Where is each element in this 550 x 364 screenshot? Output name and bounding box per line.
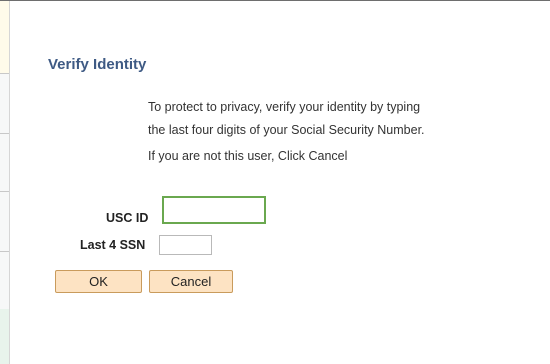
cancel-hint-text: If you are not this user, Click Cancel [148,149,348,163]
instruction-text-line-2: the last four digits of your Social Secu… [148,123,425,137]
left-edge-highlight [0,1,9,73]
cancel-button[interactable]: Cancel [149,270,233,293]
left-edge-highlight [0,309,9,364]
usc-id-input[interactable] [162,196,266,224]
top-divider [0,0,550,1]
left-edge-divider [0,251,9,252]
ok-button[interactable]: OK [55,270,142,293]
last-4-ssn-input[interactable] [159,235,212,255]
left-edge-divider [0,191,9,192]
left-edge-divider [0,73,9,74]
last-4-ssn-label: Last 4 SSN [80,238,146,252]
left-edge-divider [0,133,9,134]
left-edge-panel [0,1,10,364]
usc-id-label: USC ID [106,211,149,225]
instruction-text-line-1: To protect to privacy, verify your ident… [148,100,421,114]
page-title: Verify Identity [48,56,147,73]
verify-identity-page: Verify Identity To protect to privacy, v… [0,0,550,364]
